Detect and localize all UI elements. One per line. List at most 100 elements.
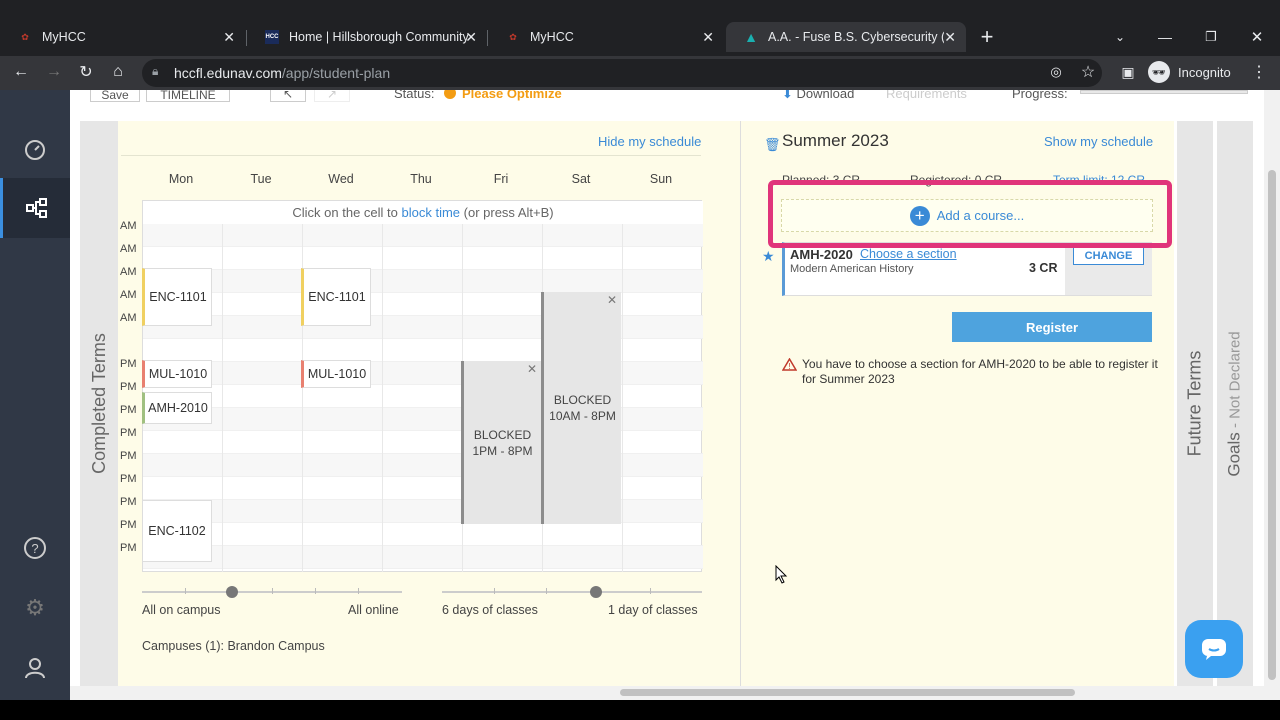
change-button[interactable]: CHANGE [1073, 247, 1144, 265]
close-icon[interactable]: ✕ [465, 29, 477, 46]
restore-icon[interactable]: ❐ [1198, 24, 1224, 50]
goals-sidebar[interactable]: Goals - Not Declared [1217, 121, 1253, 686]
requirements-link[interactable]: Requirements [886, 90, 967, 101]
slider-tick [546, 588, 547, 594]
register-button[interactable]: Register [952, 312, 1152, 342]
time-row[interactable] [143, 247, 703, 270]
forward-icon[interactable]: → [41, 59, 67, 85]
course-block-amh2010-mon[interactable]: AMH-2010 [142, 392, 212, 424]
close-icon[interactable]: ✕ [944, 29, 956, 46]
back-icon[interactable]: ← [8, 59, 34, 85]
status-label: Status: [394, 90, 435, 101]
term-title: Summer 2023 [782, 131, 889, 150]
chat-widget-button[interactable] [1185, 620, 1243, 678]
edunav-favicon-icon: ▲ [744, 29, 758, 45]
time-label: PM [120, 450, 137, 462]
menu-icon[interactable]: ⋮ [1246, 59, 1272, 85]
time-label: PM [120, 358, 137, 370]
reload-icon[interactable]: ↻ [73, 59, 99, 85]
nav-help[interactable]: ? [0, 518, 70, 578]
days-slider-knob[interactable] [590, 586, 602, 598]
incognito-indicator[interactable]: 🕶︎ Incognito [1148, 61, 1231, 83]
plan-divider [740, 121, 741, 686]
day-header-mon: Mon [168, 172, 194, 186]
close-icon[interactable]: ✕ [527, 361, 537, 377]
day-header-sat: Sat [571, 172, 591, 186]
window-close-icon[interactable]: ✕ [1244, 24, 1270, 50]
tab-hcc-home[interactable]: HCC Home | Hillsborough Community ✕ [247, 22, 487, 52]
tab-search-icon[interactable]: ⌄ [1107, 24, 1133, 50]
day-header-wed: Wed [328, 172, 354, 186]
nav-profile[interactable] [0, 638, 70, 698]
download-link[interactable]: ⬇ Download [782, 90, 854, 102]
choose-section-link[interactable]: Choose a section [860, 247, 957, 261]
url-path: /app/student-plan [281, 65, 391, 81]
tab-myhcc-1[interactable]: ✿ MyHCC ✕ [0, 22, 245, 52]
goals-label: Goals - Not Declared [1225, 331, 1245, 476]
url-host: hccfl.edunav.com [174, 65, 282, 81]
show-schedule-link[interactable]: Show my schedule [1044, 134, 1153, 149]
nav-plan[interactable] [0, 178, 70, 238]
day-column-line [382, 224, 383, 572]
minimize-icon[interactable]: — [1152, 24, 1178, 50]
time-row[interactable] [143, 270, 703, 293]
eye-off-icon[interactable]: ◎ [1043, 59, 1069, 85]
register-warning: You have to choose a section for AMH-202… [802, 357, 1158, 386]
tab-edunav-active[interactable]: ▲ A.A. - Fuse B.S. Cybersecurity (AA ✕ [726, 22, 966, 52]
course-block-enc1101-mon[interactable]: ENC-1101 [142, 268, 212, 326]
home-icon[interactable]: ⌂ [105, 59, 131, 85]
side-panel-icon[interactable]: ▣ [1115, 59, 1141, 85]
course-block-enc1101-wed[interactable]: ENC-1101 [301, 268, 371, 326]
blocked-label: BLOCKED [553, 393, 612, 407]
campus-online-slider-knob[interactable] [226, 586, 238, 598]
time-label: AM [120, 289, 137, 301]
day-column-line [622, 224, 623, 572]
time-label: PM [120, 496, 137, 508]
close-icon[interactable]: ✕ [702, 29, 714, 46]
incognito-label: Incognito [1178, 64, 1231, 80]
blocked-time-fri[interactable]: ✕ BLOCKED 1PM - 8PM [461, 361, 541, 524]
svg-text:!: ! [788, 362, 790, 371]
save-button[interactable]: Save [90, 90, 140, 102]
slider1-right-label: All online [348, 603, 399, 617]
horizontal-scroll-thumb[interactable] [620, 689, 1075, 696]
dashboard-icon [25, 140, 45, 160]
close-icon[interactable]: ✕ [607, 292, 617, 308]
horizontal-scrollbar[interactable] [70, 686, 1264, 700]
new-tab-icon[interactable]: + [974, 24, 1000, 50]
time-row[interactable] [143, 523, 703, 546]
block-time-link[interactable]: block time [402, 205, 461, 220]
vertical-scroll-thumb[interactable] [1268, 170, 1276, 680]
nav-settings[interactable]: ⚙ [0, 578, 70, 638]
future-terms-sidebar[interactable]: Future Terms [1177, 121, 1213, 686]
course-card-amh2020[interactable]: AMH-2020 Choose a section Modern America… [782, 242, 1152, 296]
course-block-mul1010-wed[interactable]: MUL-1010 [301, 360, 371, 388]
status-dot-icon [444, 90, 456, 99]
nav-dashboard[interactable] [0, 119, 70, 179]
svg-text:?: ? [31, 541, 38, 556]
time-label: AM [120, 220, 137, 232]
blocked-time: 1PM - 8PM [472, 443, 533, 458]
slider1-left-label: All on campus [142, 603, 221, 617]
star-icon[interactable]: ★ [762, 248, 775, 265]
day-header-tue: Tue [250, 172, 272, 186]
vertical-scrollbar[interactable] [1264, 90, 1280, 700]
time-label: PM [120, 404, 137, 416]
time-row[interactable] [143, 546, 703, 569]
days-slider-track[interactable] [442, 591, 702, 593]
star-icon[interactable]: ☆ [1075, 59, 1101, 85]
url-field[interactable]: 🔒︎ hccfl.edunav.com/app/student-plan [142, 59, 1102, 87]
blocked-time-sat[interactable]: ✕ BLOCKED 10AM - 8PM [541, 292, 621, 524]
completed-terms-sidebar[interactable]: Completed Terms [80, 121, 118, 686]
time-row[interactable] [143, 224, 703, 247]
trash-icon[interactable]: 🗑︎ [764, 137, 781, 153]
course-block-mul1010-mon[interactable]: MUL-1010 [142, 360, 212, 388]
course-block-enc1102-mon[interactable]: ENC-1102 [142, 500, 212, 562]
timeline-button[interactable]: TIMELINE [146, 90, 230, 102]
plan-tree-icon [25, 198, 47, 218]
redo-button[interactable]: ↗ [314, 90, 350, 102]
tab-myhcc-2[interactable]: ✿ MyHCC ✕ [488, 22, 724, 52]
undo-button[interactable]: ↖ [270, 90, 306, 102]
close-icon[interactable]: ✕ [223, 29, 235, 46]
hide-schedule-link[interactable]: Hide my schedule [598, 134, 701, 149]
